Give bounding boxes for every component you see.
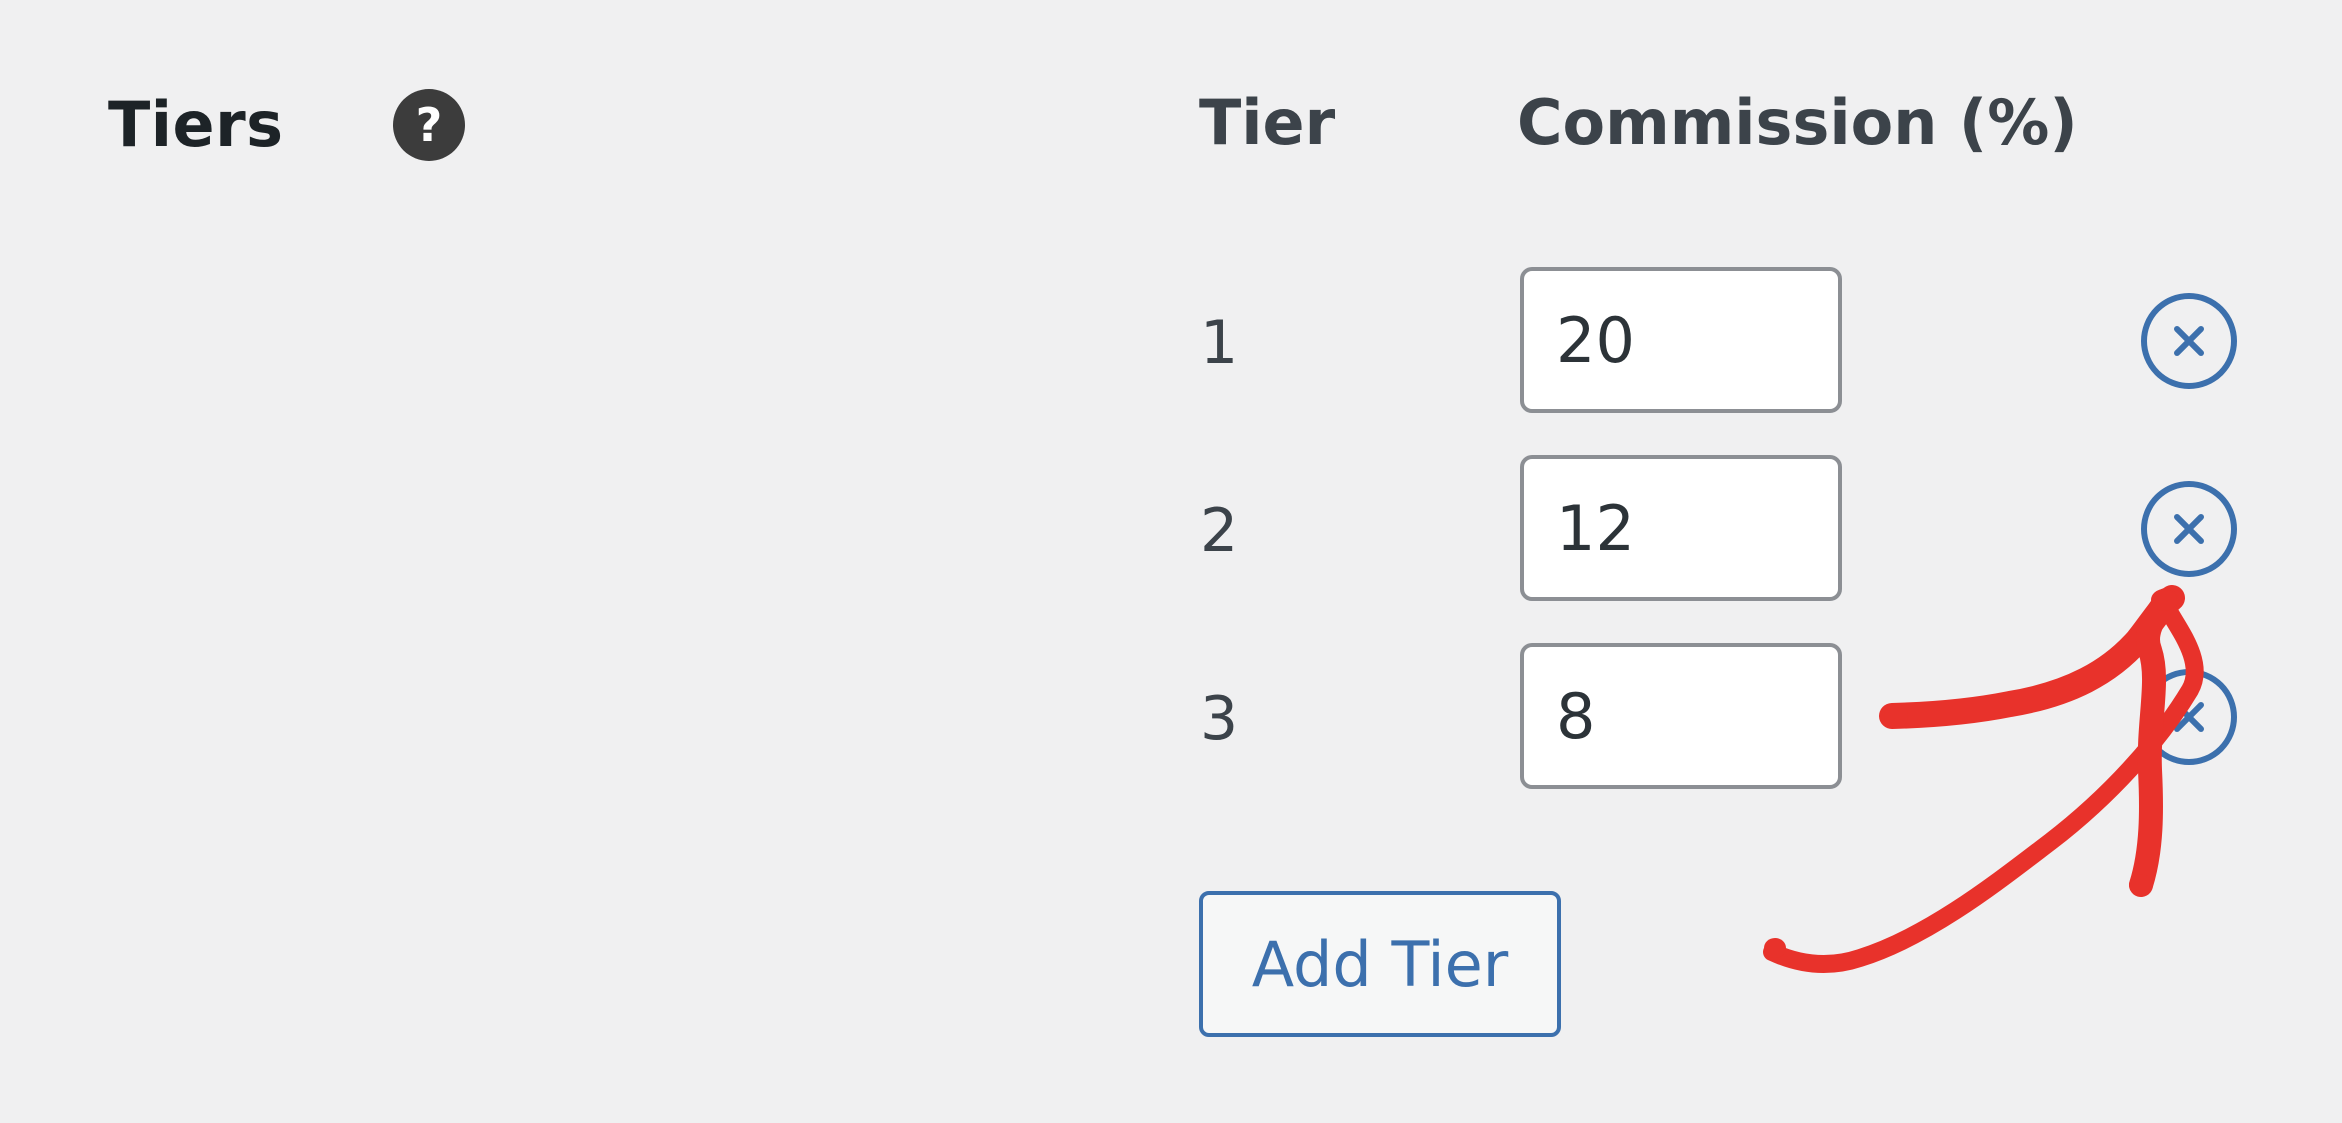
tier-row-3: 3: [0, 643, 2342, 789]
remove-tier-1-button[interactable]: [2141, 293, 2237, 389]
commission-input-tier-3[interactable]: [1520, 643, 1842, 789]
remove-tier-3-button[interactable]: [2141, 669, 2237, 765]
tier-row-2: 2: [0, 455, 2342, 601]
close-icon: [2174, 514, 2204, 544]
tier-number: 1: [1200, 308, 1239, 378]
remove-tier-2-button[interactable]: [2141, 481, 2237, 577]
tier-number: 2: [1200, 496, 1239, 566]
close-icon: [2174, 702, 2204, 732]
close-icon: [2174, 326, 2204, 356]
commission-column-header: Commission (%): [1517, 86, 2078, 159]
question-mark-icon[interactable]: ?: [393, 89, 465, 161]
add-tier-button[interactable]: Add Tier: [1199, 891, 1561, 1037]
tier-number: 3: [1200, 684, 1239, 754]
section-title: Tiers: [108, 88, 284, 161]
help-glyph: ?: [415, 98, 443, 152]
tier-column-header: Tier: [1199, 86, 1336, 159]
commission-input-tier-2[interactable]: [1520, 455, 1842, 601]
tier-row-1: 1: [0, 267, 2342, 413]
commission-input-tier-1[interactable]: [1520, 267, 1842, 413]
